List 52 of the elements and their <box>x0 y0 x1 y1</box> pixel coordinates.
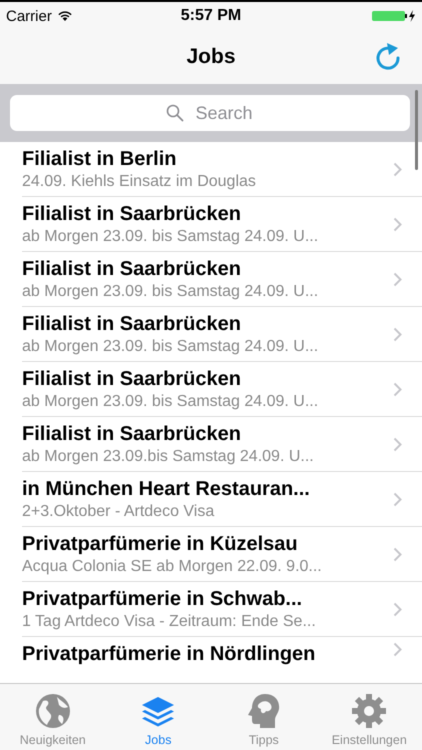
screen-title: Jobs <box>186 45 236 69</box>
refresh-button[interactable] <box>374 40 402 70</box>
chevron-icon <box>393 326 402 342</box>
job-row[interactable]: Privatparfümerie in Küzelsau Acqua Colonia SE ab Morgen 22.09. 9.0... <box>22 527 422 582</box>
job-title: Privatparfümerie in Küzelsau <box>22 532 299 556</box>
job-subtitle: ab Morgen 23.09. bis Samstag 24.09. U... <box>22 226 320 246</box>
clock-time: 5:57 PM <box>180 7 242 25</box>
job-title: Filialist in Saarbrücken <box>22 366 242 392</box>
chevron-icon <box>393 642 402 657</box>
job-subtitle: ab Morgen 23.09. bis Samstag 24.09. U... <box>22 336 320 356</box>
job-subtitle: ab Morgen 23.09.bis Samstag 24.09. U... <box>22 446 315 466</box>
job-title: Privatparfümerie in Nördlingen <box>22 642 316 667</box>
chevron-icon <box>393 602 402 616</box>
job-row[interactable]: Filialist in Saarbrücken ab Morgen 23.09.bis Samstag 24.09. U... <box>22 417 422 472</box>
chevron-icon <box>393 162 402 176</box>
job-title: Privatparfümerie in Schwab... <box>22 586 304 612</box>
job-row[interactable]: Privatparfümerie in Nördlingen <box>22 637 422 669</box>
search-field[interactable]: Search <box>10 95 410 131</box>
gear-icon <box>351 693 388 729</box>
job-title: Filialist in Saarbrücken <box>22 422 242 446</box>
job-title: Filialist in Saarbrücken <box>22 256 242 282</box>
wifi-icon <box>56 10 73 22</box>
job-row[interactable]: in München Heart Restauran... 2+3.Oktober - Artdeco Visa <box>22 472 422 527</box>
chevron-icon <box>393 382 402 396</box>
job-row[interactable]: Filialist in Saarbrücken ab Morgen 23.09. bis Samstag 24.09. U... <box>22 362 422 417</box>
chevron-icon <box>393 546 402 562</box>
job-subtitle: 1 Tag Artdeco Visa - Zeitraum: Ende Se... <box>22 612 317 632</box>
job-title: Filialist in Saarbrücken <box>22 312 242 336</box>
job-row[interactable]: Filialist in Saarbrücken ab Morgen 23.09. bis Samstag 24.09. U... <box>22 252 422 307</box>
chevron-icon <box>393 492 402 506</box>
job-row[interactable]: Filialist in Saarbrücken ab Morgen 23.09. bis Samstag 24.09. U... <box>22 197 422 252</box>
job-title: in München Heart Restauran... <box>22 476 311 502</box>
job-row[interactable]: Filialist in Saarbrücken ab Morgen 23.09. bis Samstag 24.09. U... <box>22 307 422 362</box>
head-icon <box>246 693 281 729</box>
battery-icon <box>372 10 416 22</box>
globe-icon <box>34 693 71 729</box>
job-subtitle: 24.09. Kiehls Einsatz im Douglas <box>22 172 257 192</box>
tab-item[interactable]: Jobs <box>106 684 211 750</box>
job-subtitle: Acqua Colonia SE ab Morgen 22.09. 9.0... <box>22 556 323 576</box>
job-title: Filialist in Berlin <box>22 146 178 172</box>
job-row[interactable]: Filialist in Berlin 24.09. Kiehls Einsatz im Douglas <box>22 142 422 197</box>
chevron-icon <box>393 436 402 452</box>
chevron-icon <box>393 272 402 286</box>
chevron-icon <box>393 216 402 232</box>
carrier-name: Carrier <box>6 8 52 24</box>
layers-icon <box>140 695 176 729</box>
job-subtitle: 2+3.Oktober - Artdeco Visa <box>22 502 216 522</box>
job-subtitle: ab Morgen 23.09. bis Samstag 24.09. U... <box>22 392 320 412</box>
job-title: Filialist in Saarbrücken <box>22 202 242 226</box>
job-subtitle: ab Morgen 23.09. bis Samstag 24.09. U... <box>22 282 320 302</box>
search-icon <box>166 104 184 122</box>
job-row[interactable]: Privatparfümerie in Schwab... 1 Tag Artdeco Visa - Zeitraum: Ende Se... <box>22 582 422 637</box>
